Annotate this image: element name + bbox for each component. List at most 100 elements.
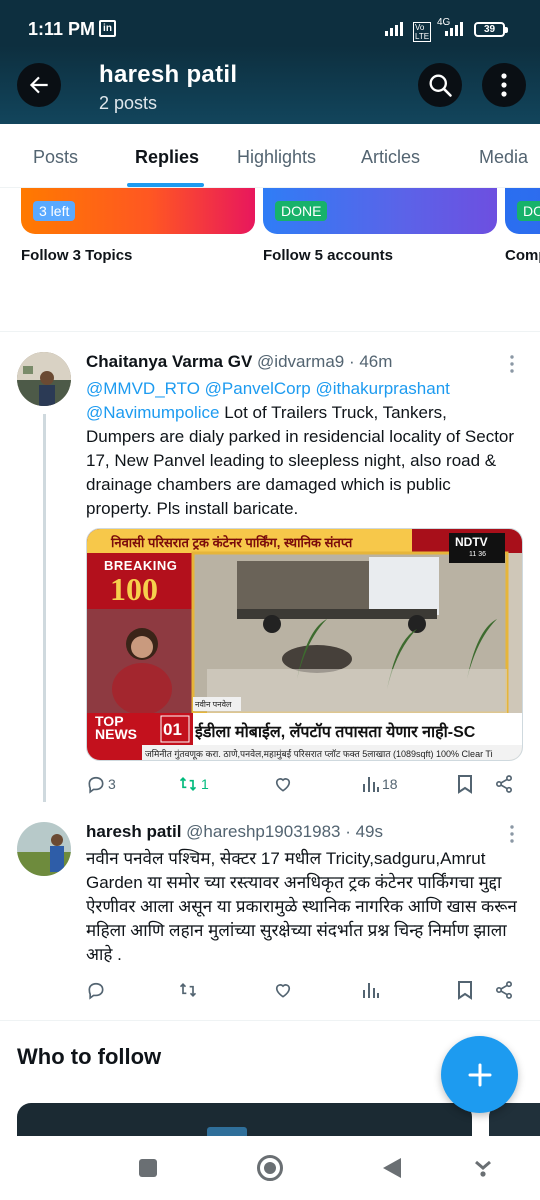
author-handle[interactable]: @idvarma9 xyxy=(257,352,344,371)
bookmark-button[interactable] xyxy=(456,774,474,794)
onboarding-card-topics[interactable]: 3 left xyxy=(21,188,255,234)
reply-button[interactable] xyxy=(86,980,108,1000)
compose-button[interactable] xyxy=(441,1036,518,1113)
more-options-button[interactable] xyxy=(482,63,526,107)
tab-highlights[interactable]: Highlights xyxy=(237,147,316,168)
onboarding-card-label[interactable]: Follow 3 Topics xyxy=(21,247,132,264)
tweet-card[interactable]: haresh patil @hareshp19031983 · 49s नवीन… xyxy=(0,802,540,1020)
tweet-header: haresh patil @hareshp19031983 · 49s xyxy=(86,822,383,842)
author-handle[interactable]: @hareshp19031983 xyxy=(186,822,340,841)
bookmark-icon xyxy=(458,981,472,1000)
section-divider xyxy=(0,278,540,332)
battery-icon: 39 xyxy=(474,22,508,37)
share-button[interactable] xyxy=(494,774,514,794)
share-button[interactable] xyxy=(494,980,514,1000)
onboarding-card-accounts[interactable]: DONE xyxy=(263,188,497,234)
onboarding-card-label[interactable]: Comp xyxy=(505,247,540,264)
like-icon xyxy=(275,778,291,792)
views-icon xyxy=(363,983,379,998)
onboarding-card-complete[interactable]: DO xyxy=(505,188,540,234)
post-count: 2 posts xyxy=(99,93,158,113)
view-count: 18 xyxy=(382,776,398,792)
ticker-headline: ईडीला मोबाईल, लॅपटॉप तपासता येणार नाही-S… xyxy=(195,724,476,741)
like-button[interactable] xyxy=(273,980,295,1000)
share-icon xyxy=(496,775,512,793)
reply-button[interactable]: 3 xyxy=(86,774,116,794)
reply-icon xyxy=(88,982,104,1000)
bookmark-icon xyxy=(458,775,472,794)
back-nav-icon[interactable] xyxy=(381,1156,403,1180)
status-time: 1:11 PM xyxy=(28,19,96,39)
ad-ticker: जमिनीत गुंतवणूक करा. ठाणे,पनवेल,महामुंबई… xyxy=(145,749,493,759)
status-badge: DONE xyxy=(275,201,328,221)
profile-name: haresh patil xyxy=(99,61,238,88)
avatar-photo xyxy=(17,822,71,876)
views-icon xyxy=(363,777,379,792)
recent-apps-icon[interactable] xyxy=(138,1158,158,1178)
compose-plus-icon xyxy=(468,1063,491,1086)
active-tab-indicator xyxy=(127,183,204,187)
thread-connector xyxy=(43,414,46,802)
tweet-more-icon[interactable] xyxy=(507,824,517,844)
bookmark-button[interactable] xyxy=(456,980,474,1000)
profile-tabs: Posts Replies Highlights Articles Media xyxy=(0,124,540,188)
repost-button[interactable]: 1 xyxy=(177,774,209,794)
status-badge: DO xyxy=(517,201,540,221)
tab-posts[interactable]: Posts xyxy=(33,147,78,168)
search-button[interactable] xyxy=(418,63,462,107)
repost-icon xyxy=(179,776,197,792)
views-button[interactable] xyxy=(362,980,382,1000)
tweet-time: · 46m xyxy=(348,352,393,371)
status-badge: 3 left xyxy=(33,201,76,221)
reply-icon xyxy=(88,776,104,794)
ticker-number: 01 xyxy=(163,720,182,739)
views-button[interactable]: 18 xyxy=(362,774,398,794)
like-button[interactable] xyxy=(273,774,295,794)
tab-replies[interactable]: Replies xyxy=(135,147,199,168)
tweet-text: @MMVD_RTO @PanvelCorp @ithakurprashant @… xyxy=(86,377,518,521)
repost-count: 1 xyxy=(201,776,209,792)
onboarding-cards: 3 left Follow 3 Topics DONE Follow 5 acc… xyxy=(0,188,540,278)
avatar[interactable] xyxy=(17,822,71,876)
avatar-photo xyxy=(17,352,71,406)
tab-articles[interactable]: Articles xyxy=(361,147,420,168)
status-bar: 1:11 PM in Vo LTE 4G 39 xyxy=(0,0,540,46)
repost-icon xyxy=(179,982,197,998)
reply-count: 3 xyxy=(108,776,116,792)
avatar[interactable] xyxy=(17,352,71,406)
search-icon xyxy=(429,74,452,97)
back-arrow-icon xyxy=(29,76,48,94)
repost-button[interactable] xyxy=(177,980,201,1000)
signal-icon xyxy=(385,22,403,36)
system-navigation-bar xyxy=(0,1136,540,1200)
author-name[interactable]: Chaitanya Varma GV xyxy=(86,352,252,371)
profile-header: haresh patil 2 posts xyxy=(0,46,540,124)
more-vertical-icon xyxy=(501,73,507,97)
news-clock: 11 36 xyxy=(469,551,486,558)
like-icon xyxy=(275,984,291,998)
signal-icon-2 xyxy=(445,22,463,36)
linkedin-notification-icon: in xyxy=(99,20,116,37)
news-channel-logo: NDTV xyxy=(455,535,488,549)
tweet-text: नवीन पनवेल पश्चिम, सेक्टर 17 मधील Tricit… xyxy=(86,849,517,964)
share-icon xyxy=(496,981,512,999)
volte-icon: Vo LTE xyxy=(413,22,432,42)
onboarding-card-label[interactable]: Follow 5 accounts xyxy=(263,247,393,264)
breaking-number: 100 xyxy=(110,571,158,607)
top-news-label: TOP NEWS xyxy=(95,713,137,742)
home-icon[interactable] xyxy=(256,1154,284,1182)
tweet-media-image[interactable]: निवासी परिसरात ट्रक कंटेनर पार्किंग, स्थ… xyxy=(86,528,523,761)
who-to-follow-heading: Who to follow xyxy=(17,1044,162,1069)
section-divider xyxy=(0,1020,540,1021)
tweet-more-icon[interactable] xyxy=(507,354,517,374)
mention-links[interactable]: @MMVD_RTO @PanvelCorp @ithakurprashant xyxy=(86,379,450,398)
tab-media[interactable]: Media xyxy=(479,147,528,168)
location-tag: नवीन पनवेल xyxy=(195,700,232,709)
chevron-down-icon[interactable] xyxy=(473,1158,493,1178)
author-name[interactable]: haresh patil xyxy=(86,822,181,841)
tweet-actions: 3 1 18 xyxy=(86,774,518,798)
mention-link[interactable]: @Navimumpolice xyxy=(86,403,219,422)
tweet-actions xyxy=(86,980,518,1004)
tweet-header: Chaitanya Varma GV @idvarma9 · 46m xyxy=(86,352,392,372)
back-button[interactable] xyxy=(17,63,61,107)
